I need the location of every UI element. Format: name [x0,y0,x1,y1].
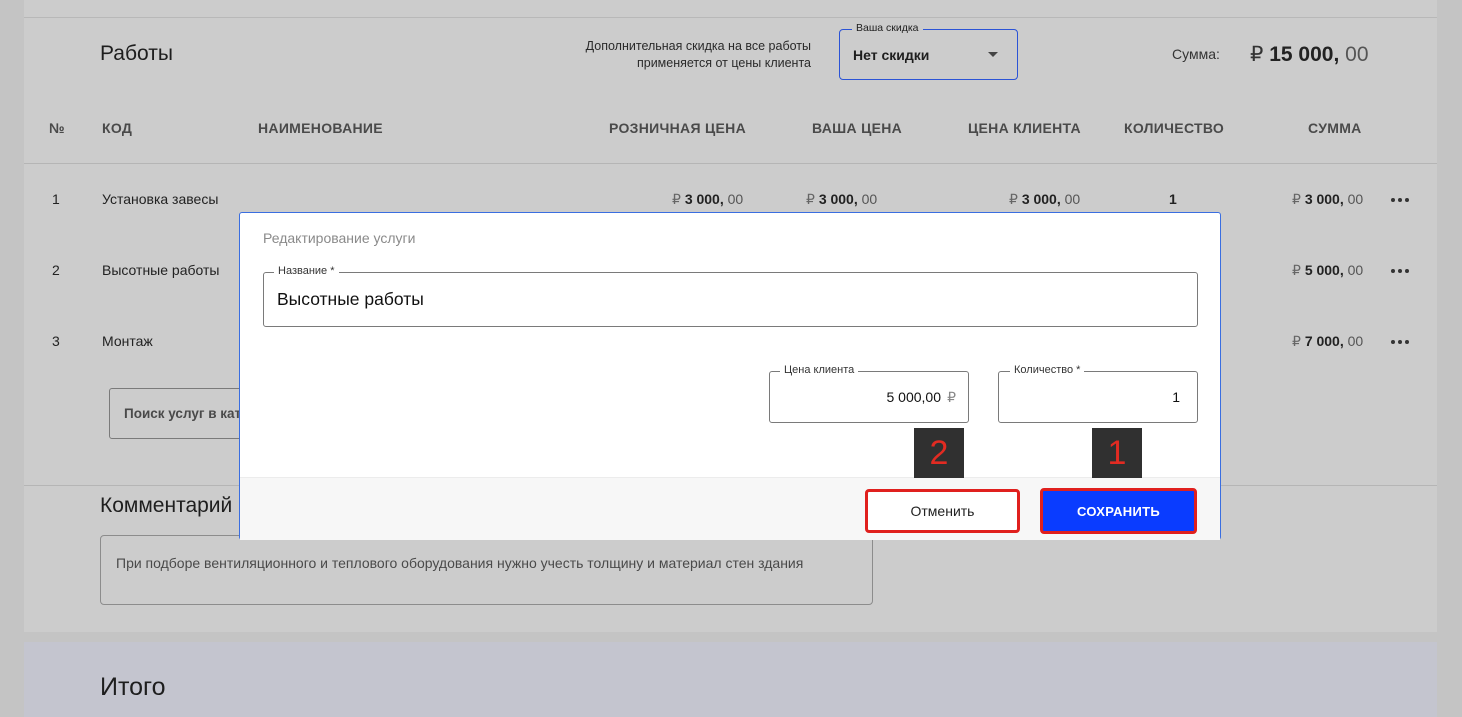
annotation-badge-2: 2 [914,428,964,478]
chevron-down-icon [988,52,998,57]
dialog-footer: Отменить СОХРАНИТЬ [240,477,1220,540]
currency-sign: ₽ [1292,262,1301,278]
cancel-button[interactable]: Отменить [865,489,1020,533]
row-3-sum-int: 7 000, [1304,333,1344,349]
row-1-client-int: 3 000, [1021,191,1061,207]
discount-legend: Ваша скидка [852,22,923,34]
quantity-field[interactable]: Количество * 1 [998,364,1198,423]
client-price-legend: Цена клиента [780,364,859,376]
catalog-search-input[interactable]: Поиск услуг в кат [109,388,249,439]
row-1-qty: 1 [1169,191,1177,207]
header-your-price: ВАША ЦЕНА [812,120,903,136]
row-1-retail-dec: 00 [727,191,744,207]
sum-int: 15 000, [1269,43,1340,66]
row-1-sum-int: 3 000, [1304,191,1344,207]
header-client-price: ЦЕНА КЛИЕНТА [968,120,1081,136]
header-retail: РОЗНИЧНАЯ ЦЕНА [609,120,746,136]
works-title: Работы [100,42,173,65]
row-1-retail-int: 3 000, [684,191,724,207]
client-price-field[interactable]: Цена клиента 5 000,00 ₽ [769,364,969,423]
sum-label: Сумма: [1172,46,1220,62]
sum-currency: ₽ [1250,43,1264,66]
row-2-more-icon[interactable] [1391,269,1409,273]
annotation-badge-1: 1 [1092,428,1142,478]
top-divider [24,17,1437,18]
row-1-your-int: 3 000, [818,191,858,207]
comment-title: Комментарий [100,494,233,517]
row-1-sum: ₽ 3 000, 00 [1292,191,1363,208]
service-name-legend: Название * [274,265,339,277]
client-price-value: 5 000,00 [886,389,942,405]
comment-textarea[interactable]: При подборе вентиляционного и теплового … [100,535,873,605]
row-1-client-dec: 00 [1064,191,1081,207]
header-num: № [49,120,65,136]
discount-note-line1: Дополнительная скидка на все работы [585,39,811,53]
total-card [24,642,1437,717]
currency-sign: ₽ [672,191,681,207]
discount-note-line2: применяется от цены клиента [636,56,811,70]
row-2-name: Высотные работы [102,262,220,278]
row-1-sum-dec: 00 [1347,191,1364,207]
row-1-num: 1 [52,191,60,207]
edit-service-dialog: Редактирование услуги Название * Высотны… [239,212,1221,540]
row-2-num: 2 [52,262,60,278]
row-1-retail: ₽ 3 000, 00 [672,191,743,208]
row-1-your-price: ₽ 3 000, 00 [806,191,877,208]
discount-note: Дополнительная скидка на все работы прим… [551,38,811,72]
row-1-client-price: ₽ 3 000, 00 [1009,191,1080,208]
row-2-sum-dec: 00 [1347,262,1364,278]
quantity-legend: Количество * [1010,364,1085,376]
dialog-title: Редактирование услуги [263,230,416,246]
row-3-sum: ₽ 7 000, 00 [1292,333,1363,350]
header-sum: СУММА [1308,120,1362,136]
header-code: КОД [102,120,133,136]
header-qty: КОЛИЧЕСТВО [1124,120,1225,136]
header-name: НАИМЕНОВАНИЕ [258,120,383,136]
sum-dec: 00 [1345,43,1369,66]
row-1-your-dec: 00 [861,191,878,207]
service-name-field[interactable]: Название * Высотные работы [263,265,1198,327]
quantity-value: 1 [1172,389,1180,405]
discount-value: Нет скидки [853,47,930,63]
row-1-name: Установка завесы [102,191,219,207]
sum-value: ₽ 15 000, 00 [1250,42,1369,67]
catalog-search-placeholder: Поиск услуг в кат [124,406,242,421]
row-3-name: Монтаж [102,333,153,349]
row-2-sum-int: 5 000, [1304,262,1344,278]
row-2-sum: ₽ 5 000, 00 [1292,262,1363,279]
row-1-more-icon[interactable] [1391,198,1409,202]
currency-sign: ₽ [1292,333,1301,349]
currency-sign: ₽ [1009,191,1018,207]
row-3-num: 3 [52,333,60,349]
save-button[interactable]: СОХРАНИТЬ [1040,488,1197,534]
service-name-value: Высотные работы [277,289,424,309]
ruble-icon: ₽ [947,389,956,405]
discount-select[interactable]: Ваша скидка Нет скидки [839,22,1018,80]
currency-sign: ₽ [806,191,815,207]
comment-text: При подборе вентиляционного и теплового … [116,555,804,571]
currency-sign: ₽ [1292,191,1301,207]
row-3-sum-dec: 00 [1347,333,1364,349]
header-divider [24,163,1437,164]
row-3-more-icon[interactable] [1391,340,1409,344]
total-title: Итого [100,673,166,701]
